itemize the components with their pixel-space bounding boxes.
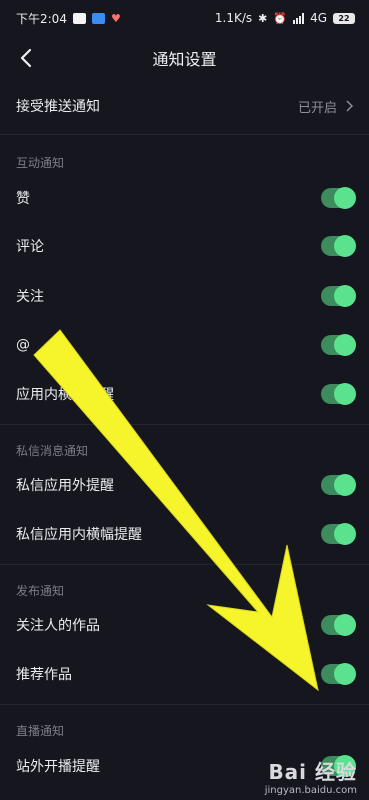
push-notification-row[interactable]: 接受推送通知 已开启: [0, 82, 369, 130]
toggle-dm-in-app-banner[interactable]: [321, 523, 356, 545]
nav-header: 通知设置: [0, 36, 369, 80]
toggle-recommended-works[interactable]: [321, 663, 356, 685]
page-title: 通知设置: [152, 50, 217, 69]
alarm-icon: ⏰: [273, 11, 288, 25]
setting-row-mention: @: [0, 321, 369, 369]
chevron-right-icon: [346, 100, 353, 112]
toggle-in-app-banner[interactable]: [321, 383, 356, 405]
section-title-live: 直播通知: [16, 724, 65, 738]
status-time: 下午2:04: [16, 11, 67, 26]
section-divider: [0, 134, 369, 135]
toggle-follow[interactable]: [321, 285, 356, 307]
health-notification-icon: ♥: [110, 11, 121, 25]
notification-app-icon: [72, 12, 86, 24]
watermark-site: jingyan.baidu.com: [264, 785, 357, 796]
signal-icon: [293, 12, 305, 24]
setting-row-follow: 关注: [0, 272, 369, 320]
network-speed: 1.1K/s: [214, 11, 253, 25]
section-divider: [0, 424, 369, 425]
battery-icon: 22: [333, 12, 355, 24]
setting-label: 赞: [16, 191, 30, 207]
setting-label: 关注: [16, 289, 44, 305]
setting-row-dm-in-app-banner: 私信应用内横幅提醒: [0, 510, 369, 558]
battery-level: 22: [338, 13, 350, 23]
watermark-brand: Bai 经验: [268, 760, 357, 784]
setting-row-dm-outside: 私信应用外提醒: [0, 461, 369, 509]
setting-label: 私信应用外提醒: [16, 478, 114, 494]
setting-label: 站外开播提醒: [16, 759, 100, 775]
section-title-interaction: 互动通知: [16, 156, 65, 170]
section-title-publish: 发布通知: [16, 584, 65, 598]
toggle-dm-outside[interactable]: [321, 474, 356, 496]
setting-row-recommended-works: 推荐作品: [0, 650, 369, 698]
toggle-mention[interactable]: [321, 334, 356, 356]
setting-label: 应用内横幅提醒: [16, 387, 114, 403]
status-bar: 下午2:04 ♥ 1.1K/s ✱ ⏰ 4G 22: [0, 0, 369, 36]
section-divider: [0, 704, 369, 705]
setting-label: 评论: [16, 239, 44, 255]
back-arrow-icon: [20, 48, 32, 68]
setting-row-followed-works: 关注人的作品: [0, 601, 369, 649]
network-type: 4G: [310, 11, 327, 25]
watermark: Bai 经验 jingyan.baidu.com: [265, 756, 357, 796]
setting-label: @: [16, 337, 30, 353]
section-title-direct-message: 私信消息通知: [16, 444, 89, 458]
setting-row-comment: 评论: [0, 222, 369, 270]
push-notification-value: 已开启: [297, 100, 337, 116]
gallery-notification-icon: [91, 12, 105, 24]
setting-label: 推荐作品: [16, 667, 72, 683]
back-button[interactable]: [12, 44, 40, 72]
push-notification-status: 已开启: [298, 97, 353, 116]
push-notification-label: 接受推送通知: [16, 99, 100, 115]
bluetooth-icon: ✱: [258, 11, 268, 25]
toggle-followed-works[interactable]: [321, 614, 356, 636]
section-divider: [0, 564, 369, 565]
toggle-comment[interactable]: [321, 235, 356, 257]
setting-label: 关注人的作品: [16, 618, 100, 634]
toggle-like[interactable]: [321, 187, 356, 209]
setting-row-like: 赞: [0, 174, 369, 222]
setting-row-in-app-banner: 应用内横幅提醒: [0, 370, 369, 418]
setting-label: 私信应用内横幅提醒: [16, 527, 142, 543]
